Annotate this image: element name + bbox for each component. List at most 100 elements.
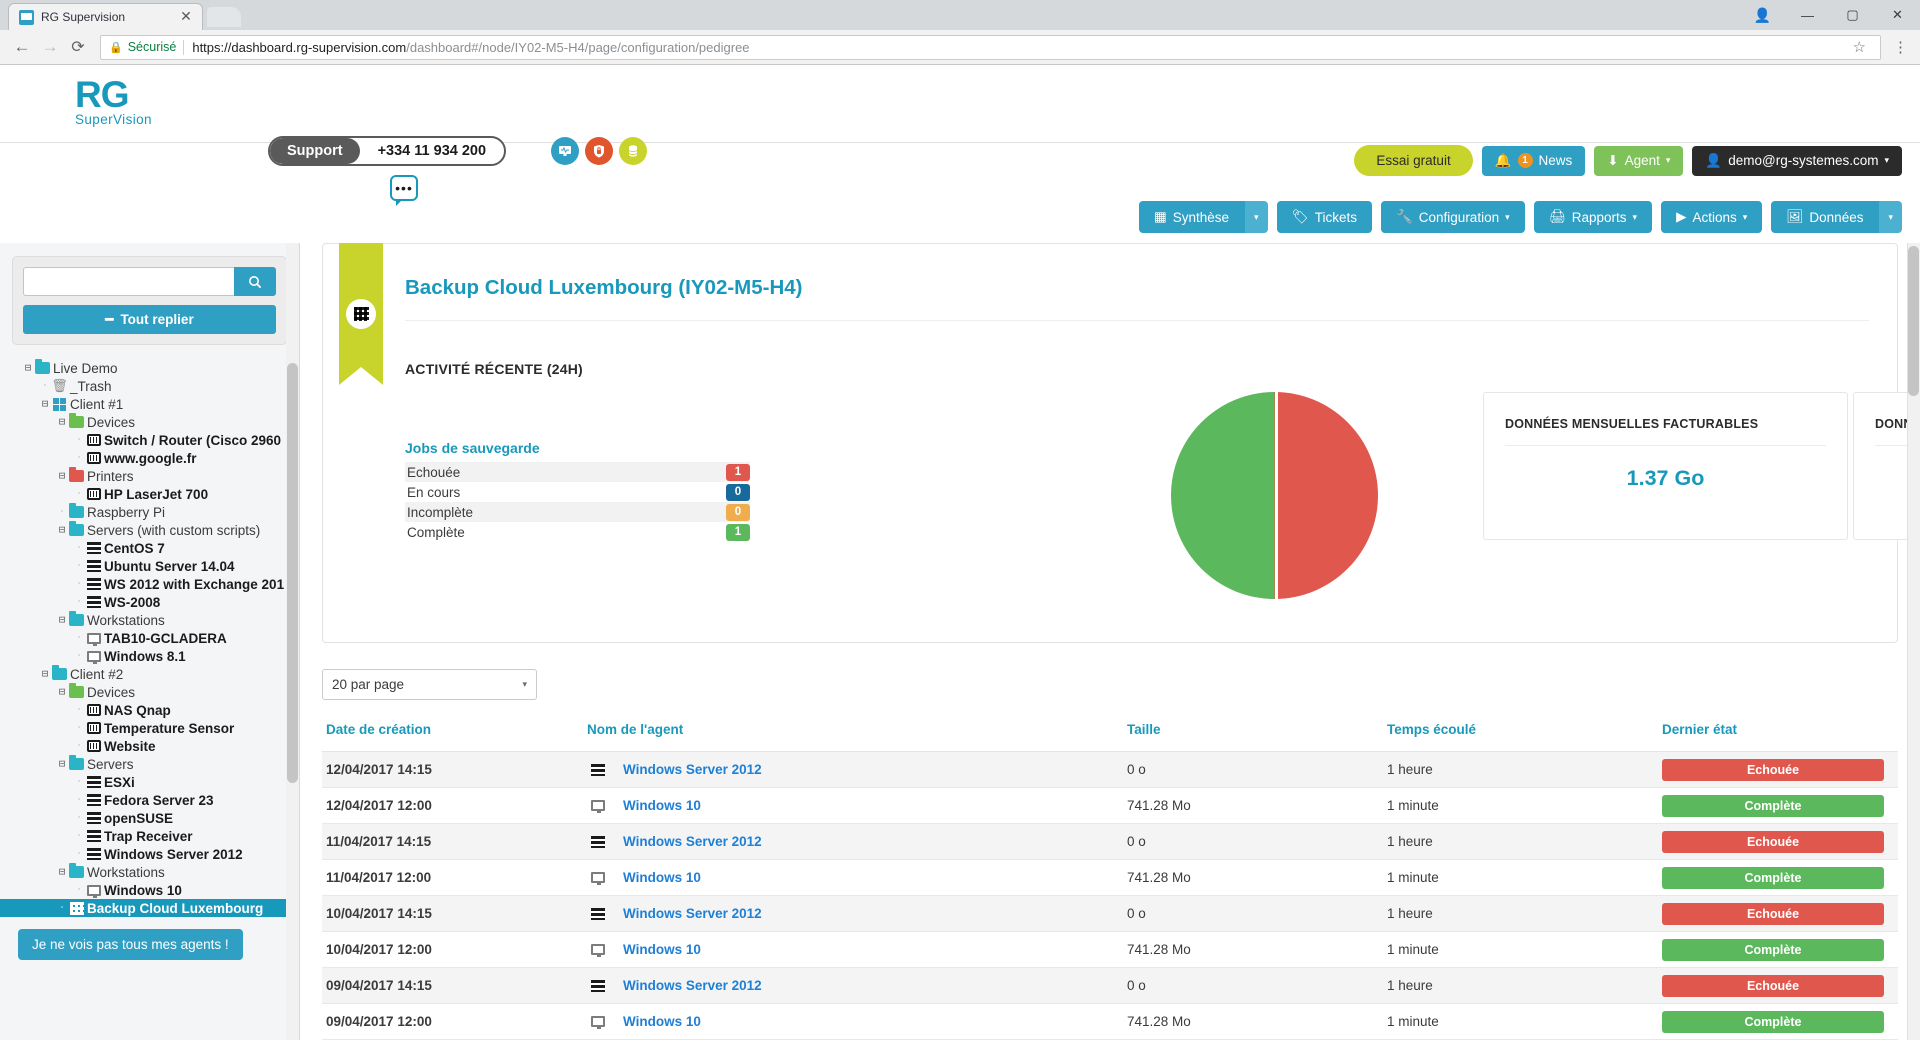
tree-node-client-1[interactable]: ⊟ Client #1 [22, 395, 299, 413]
tree-toggle-icon[interactable]: ‧ [39, 379, 51, 393]
table-row[interactable]: 12/04/2017 12:00 Windows 10 741.28 Mo 1 min… [322, 787, 1898, 824]
table-row[interactable]: 12/04/2017 14:15 Windows Server 2012 0 o1 … [322, 751, 1898, 788]
column-header-date[interactable]: Date de création [322, 722, 587, 752]
profile-icon[interactable]: 👤 [1740, 0, 1785, 30]
tree-toggle-icon[interactable]: ⊟ [39, 667, 51, 681]
tree-node-devices[interactable]: ⊟ Devices [22, 683, 299, 701]
tree-node-windows-server-2012[interactable]: ‧ Windows Server 2012 [22, 845, 299, 863]
nav-item-tickets[interactable]: 🏷 Tickets [1276, 201, 1372, 233]
table-row[interactable]: 09/04/2017 14:15 Windows Server 2012 0 o1 … [322, 967, 1898, 1004]
tree-node-windows-8-1[interactable]: ‧ Windows 8.1 [22, 647, 299, 665]
address-bar[interactable]: 🔒 Sécurisé https://dashboard.rg-supervis… [100, 34, 1881, 60]
tree-toggle-icon[interactable]: ‧ [56, 901, 68, 915]
tree-toggle-icon[interactable]: ‧ [73, 721, 85, 735]
agent-download-button[interactable]: ⬇ Agent ▾ [1594, 145, 1684, 176]
per-page-select[interactable]: 20 par page ▾ [322, 669, 537, 700]
tree-node-esxi[interactable]: ‧ ESXi [22, 773, 299, 791]
missing-agents-button[interactable]: Je ne vois pas tous mes agents ! [18, 929, 243, 960]
browser-menu-icon[interactable]: ⋮ [1889, 38, 1912, 56]
tree-node-client-2[interactable]: ⊟ Client #2 [22, 665, 299, 683]
tree-node-temperature-sensor[interactable]: ‧ Temperature Sensor [22, 719, 299, 737]
tree-toggle-icon[interactable]: ‧ [73, 649, 85, 663]
tree-toggle-icon[interactable]: ‧ [56, 505, 68, 519]
chat-bubble-icon[interactable]: ••• [390, 175, 418, 206]
agent-link[interactable]: Windows Server 2012 [623, 834, 762, 849]
search-input[interactable] [23, 267, 234, 296]
tree-node-switch-router-cisco-2960[interactable]: ‧ Switch / Router (Cisco 2960 [22, 431, 299, 449]
nav-item-actions[interactable]: ▶ Actions ▾ [1661, 201, 1763, 233]
tree-toggle-icon[interactable]: ⊟ [56, 523, 68, 537]
close-icon[interactable]: ✕ [178, 9, 194, 25]
forward-icon[interactable]: → [36, 33, 64, 61]
page-scrollbar-track[interactable] [1907, 243, 1920, 1040]
tree-node-trash[interactable]: ‧ 🗑 _Trash [22, 377, 299, 395]
window-close-icon[interactable]: ✕ [1875, 0, 1920, 30]
table-row[interactable]: 10/04/2017 12:00 Windows 10 741.28 Mo 1 min… [322, 931, 1898, 968]
tree-node-windows-10[interactable]: ‧ Windows 10 [22, 881, 299, 899]
column-header-elapsed[interactable]: Temps écoulé [1387, 722, 1662, 752]
tree-toggle-icon[interactable]: ⊟ [56, 415, 68, 429]
tree-node-ws-2012-with-exchange-201[interactable]: ‧ WS 2012 with Exchange 201 [22, 575, 299, 593]
tree-node-trap-receiver[interactable]: ‧ Trap Receiver [22, 827, 299, 845]
agent-link[interactable]: Windows 10 [623, 870, 701, 885]
tree-node-live-demo[interactable]: ⊟ Live Demo [22, 359, 299, 377]
user-menu-button[interactable]: 👤 demo@rg-systemes.com ▾ [1692, 145, 1902, 176]
tree-toggle-icon[interactable]: ‧ [73, 433, 85, 447]
tree-toggle-icon[interactable]: ⊟ [56, 685, 68, 699]
monitor-icon[interactable] [551, 137, 579, 165]
tree-node-website[interactable]: ‧ Website [22, 737, 299, 755]
tree-toggle-icon[interactable]: ‧ [73, 451, 85, 465]
table-row[interactable]: 09/04/2017 12:00 Windows 10 741.28 Mo 1 min… [322, 1003, 1898, 1040]
tree-toggle-icon[interactable]: ‧ [73, 541, 85, 555]
nav-item-rapports[interactable]: 🖨 Rapports ▾ [1533, 201, 1653, 233]
tree-toggle-icon[interactable]: ‧ [73, 847, 85, 861]
agent-link[interactable]: Windows 10 [623, 1014, 701, 1029]
tree-toggle-icon[interactable]: ‧ [73, 703, 85, 717]
column-header-agent[interactable]: Nom de l'agent [587, 722, 1127, 752]
tree-node-nas-qnap[interactable]: ‧ NAS Qnap [22, 701, 299, 719]
tree-toggle-icon[interactable]: ⊟ [56, 757, 68, 771]
tree-toggle-icon[interactable]: ⊟ [39, 397, 51, 411]
agent-link[interactable]: Windows 10 [623, 798, 701, 813]
tree-toggle-icon[interactable]: ⊟ [56, 865, 68, 879]
agent-link[interactable]: Windows 10 [623, 942, 701, 957]
collapse-all-button[interactable]: ━ Tout replier [23, 305, 276, 334]
tree-node-hp-laserjet-700[interactable]: ‧ HP LaserJet 700 [22, 485, 299, 503]
search-button[interactable] [234, 267, 276, 296]
tree-toggle-icon[interactable]: ‧ [73, 577, 85, 591]
free-trial-button[interactable]: Essai gratuit [1354, 145, 1473, 176]
tree-toggle-icon[interactable]: ‧ [73, 775, 85, 789]
news-button[interactable]: 🔔 1 News [1481, 145, 1586, 176]
database-icon[interactable] [619, 137, 647, 165]
tree-node-servers-with-custom-scripts[interactable]: ⊟ Servers (with custom scripts) [22, 521, 299, 539]
nav-item-synthese[interactable]: ▦ Synthèse [1138, 201, 1245, 233]
tree-node-www-google-fr[interactable]: ‧ www.google.fr [22, 449, 299, 467]
nav-item-donnees[interactable]: 🖼 Données [1771, 201, 1879, 233]
browser-tab[interactable]: RG Supervision ✕ [8, 3, 203, 30]
tree-node-backup-cloud-luxembourg[interactable]: ‧ Backup Cloud Luxembourg [0, 899, 299, 917]
tree-node-servers[interactable]: ⊟ Servers [22, 755, 299, 773]
tree-toggle-icon[interactable]: ‧ [73, 559, 85, 573]
table-row[interactable]: 10/04/2017 14:15 Windows Server 2012 0 o1 … [322, 895, 1898, 932]
agent-link[interactable]: Windows Server 2012 [623, 906, 762, 921]
tree-toggle-icon[interactable]: ‧ [73, 811, 85, 825]
back-icon[interactable]: ← [8, 33, 36, 61]
bookmark-star-icon[interactable]: ☆ [1847, 38, 1872, 56]
tree-node-ws-2008[interactable]: ‧ WS-2008 [22, 593, 299, 611]
shield-lock-icon[interactable] [585, 137, 613, 165]
tree-node-devices[interactable]: ⊟ Devices [22, 413, 299, 431]
column-header-size[interactable]: Taille [1127, 722, 1387, 752]
tree-node-workstations[interactable]: ⊟ Workstations [22, 863, 299, 881]
tree-toggle-icon[interactable]: ‧ [73, 829, 85, 843]
table-row[interactable]: 11/04/2017 14:15 Windows Server 2012 0 o1 … [322, 823, 1898, 860]
tree-toggle-icon[interactable]: ‧ [73, 631, 85, 645]
tree-node-ubuntu-server-14-04[interactable]: ‧ Ubuntu Server 14.04 [22, 557, 299, 575]
tree-toggle-icon[interactable]: ‧ [73, 739, 85, 753]
tree-toggle-icon[interactable]: ⊟ [56, 469, 68, 483]
tree-node-fedora-server-23[interactable]: ‧ Fedora Server 23 [22, 791, 299, 809]
sidebar-scrollbar-track[interactable] [286, 243, 299, 1040]
nav-item-configuration[interactable]: 🔧 Configuration ▾ [1380, 201, 1525, 233]
nav-split-synthese[interactable]: ▾ [1244, 201, 1268, 233]
tree-node-raspberry-pi[interactable]: ‧ Raspberry Pi [22, 503, 299, 521]
maximize-icon[interactable]: ▢ [1830, 0, 1875, 30]
